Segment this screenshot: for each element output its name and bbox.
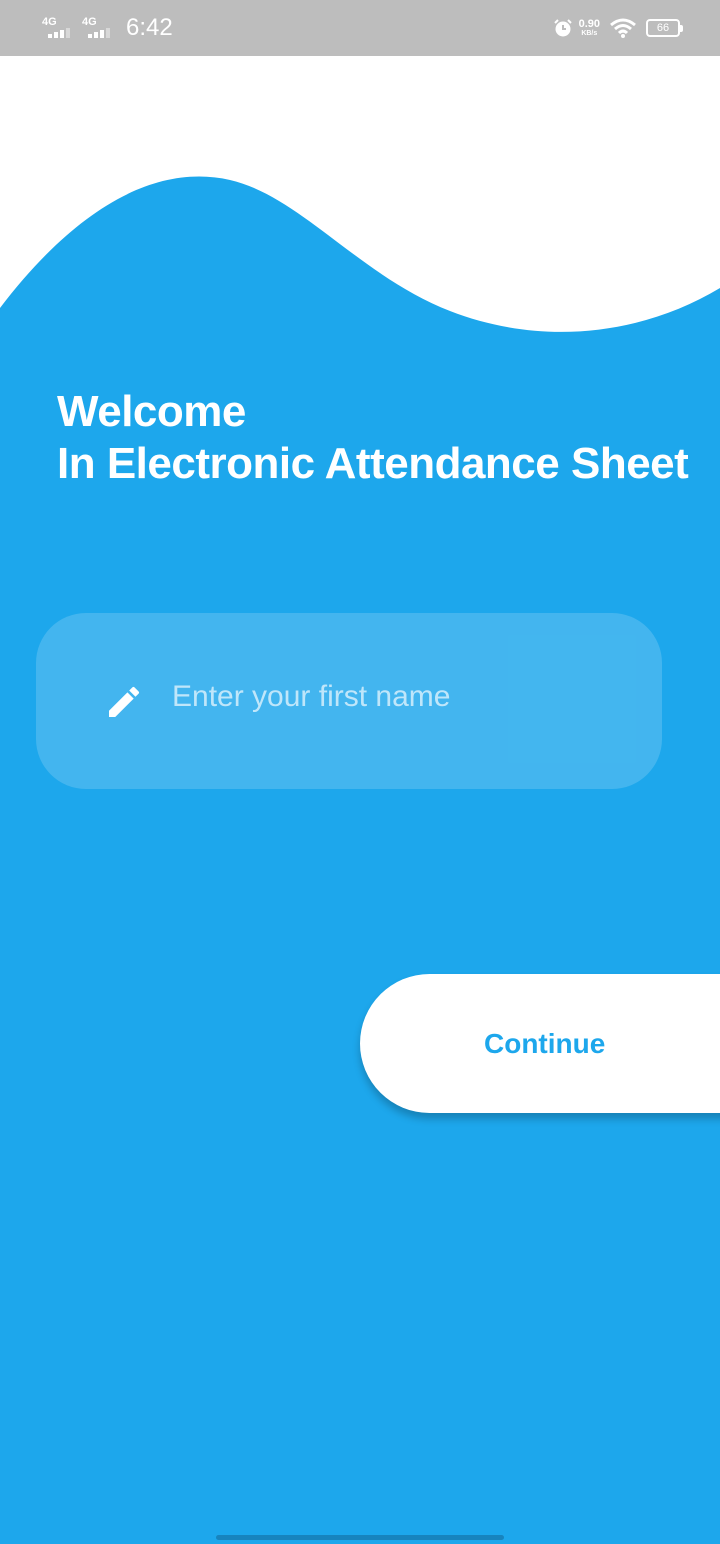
status-right: 0.90 KB/s 66 bbox=[553, 18, 683, 38]
battery-icon: 66 bbox=[646, 19, 683, 37]
welcome-line-2: In Electronic Attendance Sheet bbox=[57, 439, 689, 488]
wave-header bbox=[0, 56, 720, 332]
continue-button[interactable]: Continue bbox=[360, 974, 720, 1113]
signal-icon: 4G bbox=[82, 16, 114, 40]
battery-level: 66 bbox=[656, 22, 670, 34]
status-left: 4G 4G 6:42 bbox=[42, 14, 173, 42]
pencil-icon bbox=[109, 686, 140, 717]
speed-value: 0.90 bbox=[578, 18, 600, 30]
wifi-icon bbox=[610, 18, 636, 38]
alarm-icon bbox=[553, 19, 572, 37]
network-speed: 0.90 KB/s bbox=[578, 18, 600, 38]
home-indicator[interactable] bbox=[216, 1535, 504, 1540]
welcome-line-1: Welcome bbox=[57, 387, 246, 436]
network-type-1: 4G bbox=[42, 16, 57, 28]
speed-unit: KB/s bbox=[581, 30, 598, 37]
welcome-screen: 4G 4G 6:42 0.90 KB/s 66 Welcome In Elect… bbox=[0, 0, 720, 1544]
network-type-2: 4G bbox=[82, 16, 97, 28]
signal-icon: 4G bbox=[42, 16, 74, 40]
first-name-input[interactable] bbox=[172, 672, 612, 722]
status-time: 6:42 bbox=[126, 14, 173, 41]
status-bar: 4G 4G 6:42 0.90 KB/s 66 bbox=[0, 0, 720, 56]
welcome-heading: Welcome In Electronic Attendance Sheet bbox=[57, 386, 689, 490]
